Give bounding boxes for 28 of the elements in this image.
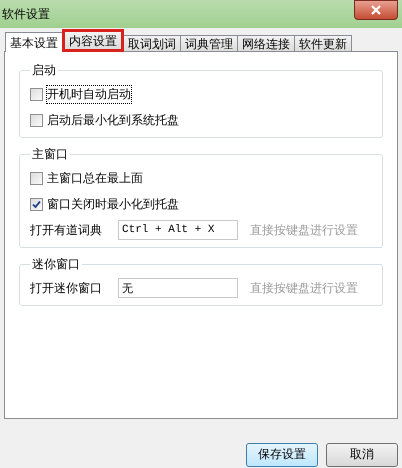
- checkbox[interactable]: [30, 172, 43, 184]
- close-icon: [371, 5, 381, 15]
- hotkey-field[interactable]: 无: [118, 278, 238, 298]
- tab[interactable]: 内容设置: [62, 29, 124, 52]
- checkbox[interactable]: [30, 198, 43, 210]
- close-button[interactable]: [354, 0, 398, 20]
- checkbox-label[interactable]: 窗口关闭时最小化到托盘: [47, 196, 179, 212]
- field-label: 打开有道词典: [30, 222, 103, 238]
- hotkey-field[interactable]: Ctrl + Alt + X: [118, 220, 238, 240]
- window-title: 软件设置: [2, 6, 50, 22]
- checkbox-label[interactable]: 启动后最小化到系统托盘: [47, 112, 179, 128]
- hint-text: 直接按键盘进行设置: [250, 222, 358, 238]
- checkbox[interactable]: [30, 88, 43, 100]
- hint-text: 直接按键盘进行设置: [250, 280, 358, 296]
- tab[interactable]: 词典管理: [180, 35, 238, 52]
- save-button[interactable]: 保存设置: [246, 442, 318, 466]
- checkbox-label[interactable]: 主窗口总在最上面: [47, 170, 143, 186]
- checkbox[interactable]: [30, 114, 43, 126]
- group-title: 迷你窗口: [31, 256, 81, 273]
- tab[interactable]: 网络连接: [237, 35, 295, 52]
- tab[interactable]: 软件更新: [294, 35, 352, 52]
- checkbox-label[interactable]: 开机时自动启动: [47, 86, 131, 102]
- group-title: 主窗口: [31, 146, 69, 163]
- tab[interactable]: 基本设置: [5, 32, 63, 52]
- tab[interactable]: 取词划词: [123, 35, 181, 52]
- group-title: 启动: [31, 62, 57, 79]
- field-label: 打开迷你窗口: [30, 280, 103, 296]
- cancel-button[interactable]: 取消: [326, 442, 398, 466]
